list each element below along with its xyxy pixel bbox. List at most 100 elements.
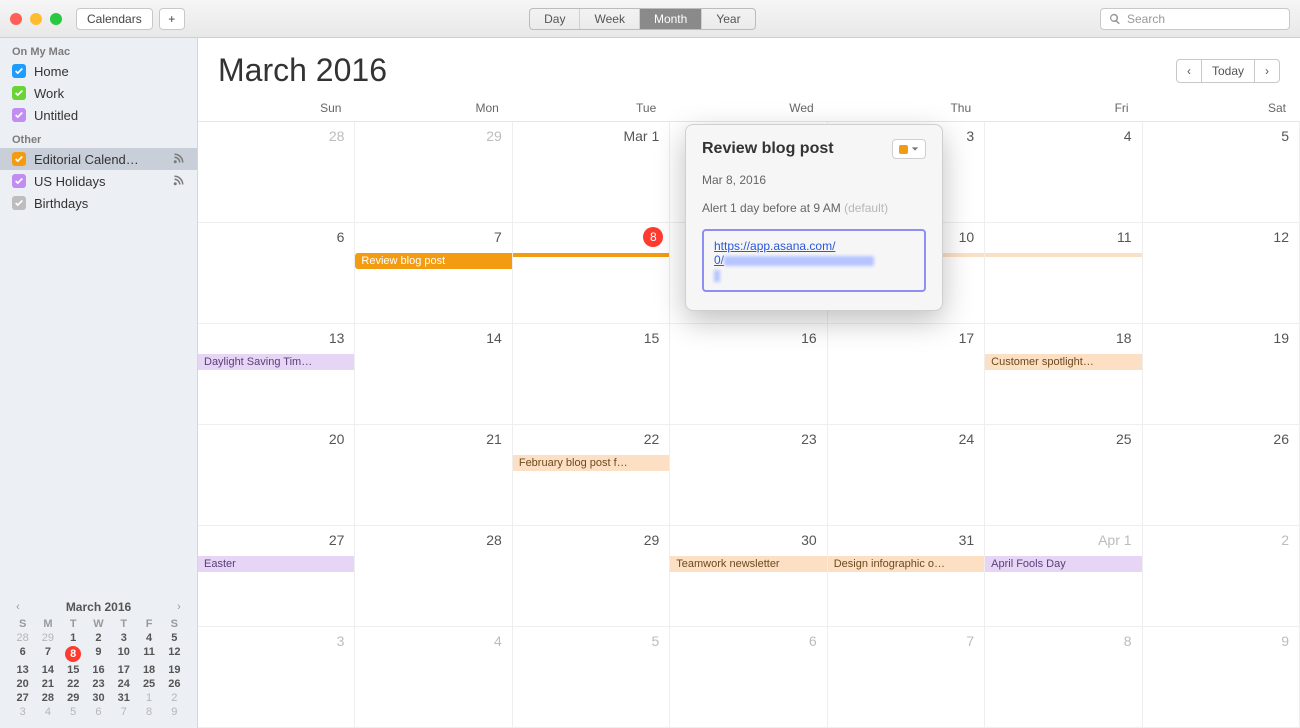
fullscreen-window-button[interactable] <box>50 13 62 25</box>
day-cell[interactable]: 14 <box>355 324 512 425</box>
day-cell[interactable]: 22February blog post f… <box>513 425 670 526</box>
mini-day-cell[interactable]: 4 <box>37 706 58 718</box>
mini-day-cell[interactable]: 22 <box>63 678 84 690</box>
calendar-checkbox[interactable] <box>12 64 26 78</box>
calendar-event[interactable] <box>513 253 669 257</box>
mini-day-cell[interactable]: 16 <box>88 664 109 676</box>
mini-day-cell[interactable]: 27 <box>12 692 33 704</box>
calendar-event[interactable]: February blog post f… <box>513 455 669 471</box>
minimize-window-button[interactable] <box>30 13 42 25</box>
mini-day-cell[interactable]: 17 <box>113 664 134 676</box>
calendar-checkbox[interactable] <box>12 196 26 210</box>
event-url-link[interactable]: https://app.asana.com/ <box>714 239 835 253</box>
mini-day-cell[interactable]: 7 <box>37 646 58 662</box>
sidebar-calendar-item[interactable]: Untitled <box>0 104 197 126</box>
event-alert-label[interactable]: Alert 1 day before at 9 AM (default) <box>702 201 926 215</box>
mini-day-cell[interactable]: 25 <box>138 678 159 690</box>
mini-day-cell[interactable]: 28 <box>12 632 33 644</box>
calendars-toggle-button[interactable]: Calendars <box>76 8 153 30</box>
day-cell[interactable]: Mar 1 <box>513 122 670 223</box>
calendar-event[interactable]: Design infographic o… <box>828 556 984 572</box>
day-cell[interactable]: 5 <box>1143 122 1300 223</box>
mini-day-cell[interactable]: 21 <box>37 678 58 690</box>
mini-day-cell[interactable]: 11 <box>138 646 159 662</box>
day-cell[interactable]: 31Design infographic o… <box>828 526 985 627</box>
mini-day-cell[interactable]: 15 <box>63 664 84 676</box>
mini-day-cell[interactable]: 6 <box>12 646 33 662</box>
calendar-checkbox[interactable] <box>12 174 26 188</box>
calendar-event[interactable]: April Fools Day <box>985 556 1141 572</box>
day-cell[interactable]: 25 <box>985 425 1142 526</box>
calendar-event[interactable]: Daylight Saving Tim… <box>198 354 354 370</box>
mini-day-cell[interactable]: 29 <box>37 632 58 644</box>
event-calendar-picker[interactable] <box>892 139 926 159</box>
day-cell[interactable]: 6 <box>670 627 827 728</box>
sidebar-calendar-item[interactable]: US Holidays <box>0 170 197 192</box>
calendar-checkbox[interactable] <box>12 86 26 100</box>
sidebar-calendar-item[interactable]: Home <box>0 60 197 82</box>
view-year[interactable]: Year <box>702 9 754 29</box>
day-cell[interactable]: 7 <box>828 627 985 728</box>
day-cell[interactable]: 20 <box>198 425 355 526</box>
day-cell[interactable]: 27Easter <box>198 526 355 627</box>
event-url-link-2[interactable]: 0/ <box>714 253 874 267</box>
calendar-checkbox[interactable] <box>12 108 26 122</box>
event-date-label[interactable]: Mar 8, 2016 <box>702 173 926 187</box>
view-month[interactable]: Month <box>640 9 702 29</box>
mini-day-cell[interactable]: 6 <box>88 706 109 718</box>
day-cell[interactable]: 13Daylight Saving Tim… <box>198 324 355 425</box>
day-cell[interactable]: 24 <box>828 425 985 526</box>
close-window-button[interactable] <box>10 13 22 25</box>
add-calendar-button[interactable]: + <box>159 8 185 30</box>
day-cell[interactable]: 8 <box>985 627 1142 728</box>
next-month-button[interactable]: › <box>1254 59 1280 83</box>
day-cell[interactable]: 16 <box>670 324 827 425</box>
mini-day-cell[interactable]: 2 <box>88 632 109 644</box>
mini-day-cell[interactable]: 12 <box>164 646 185 662</box>
day-cell[interactable]: 28 <box>355 526 512 627</box>
calendar-event[interactable]: Teamwork newsletter <box>670 556 826 572</box>
mini-day-cell[interactable]: 3 <box>113 632 134 644</box>
mini-day-cell[interactable]: 29 <box>63 692 84 704</box>
calendar-event[interactable]: Easter <box>198 556 354 572</box>
mini-day-cell[interactable]: 13 <box>12 664 33 676</box>
calendar-event[interactable] <box>985 253 1141 257</box>
mini-day-cell[interactable]: 26 <box>164 678 185 690</box>
day-cell[interactable]: 28 <box>198 122 355 223</box>
day-cell[interactable]: 4 <box>985 122 1142 223</box>
day-cell[interactable]: 8 <box>513 223 670 324</box>
mini-day-cell[interactable]: 8 <box>138 706 159 718</box>
mini-day-cell[interactable]: 1 <box>138 692 159 704</box>
day-cell[interactable]: 23 <box>670 425 827 526</box>
event-title[interactable]: Review blog post <box>702 140 834 158</box>
day-cell[interactable]: 21 <box>355 425 512 526</box>
mini-next-month-button[interactable]: › <box>173 601 185 613</box>
mini-day-cell[interactable]: 19 <box>164 664 185 676</box>
mini-day-cell[interactable]: 3 <box>12 706 33 718</box>
day-cell[interactable]: 30Teamwork newsletter <box>670 526 827 627</box>
calendar-event[interactable]: Customer spotlight… <box>985 354 1141 370</box>
day-cell[interactable]: 6 <box>198 223 355 324</box>
day-cell[interactable]: Apr 1April Fools Day <box>985 526 1142 627</box>
mini-day-cell[interactable]: 4 <box>138 632 159 644</box>
calendar-event[interactable]: Review blog post <box>355 253 511 269</box>
day-cell[interactable]: 12 <box>1143 223 1300 324</box>
mini-day-cell[interactable]: 20 <box>12 678 33 690</box>
mini-day-cell[interactable]: 7 <box>113 706 134 718</box>
mini-prev-month-button[interactable]: ‹ <box>12 601 24 613</box>
day-cell[interactable]: 29 <box>355 122 512 223</box>
view-day[interactable]: Day <box>530 9 580 29</box>
search-field[interactable]: Search <box>1100 8 1290 30</box>
mini-day-cell[interactable]: 24 <box>113 678 134 690</box>
view-week[interactable]: Week <box>580 9 639 29</box>
mini-day-cell[interactable]: 1 <box>63 632 84 644</box>
mini-day-cell[interactable]: 10 <box>113 646 134 662</box>
mini-day-cell[interactable]: 9 <box>164 706 185 718</box>
mini-day-cell[interactable]: 28 <box>37 692 58 704</box>
mini-day-cell[interactable]: 5 <box>63 706 84 718</box>
day-cell[interactable]: 17 <box>828 324 985 425</box>
calendar-checkbox[interactable] <box>12 152 26 166</box>
mini-day-cell[interactable]: 9 <box>88 646 109 662</box>
day-cell[interactable]: 9 <box>1143 627 1300 728</box>
day-cell[interactable]: 3 <box>198 627 355 728</box>
